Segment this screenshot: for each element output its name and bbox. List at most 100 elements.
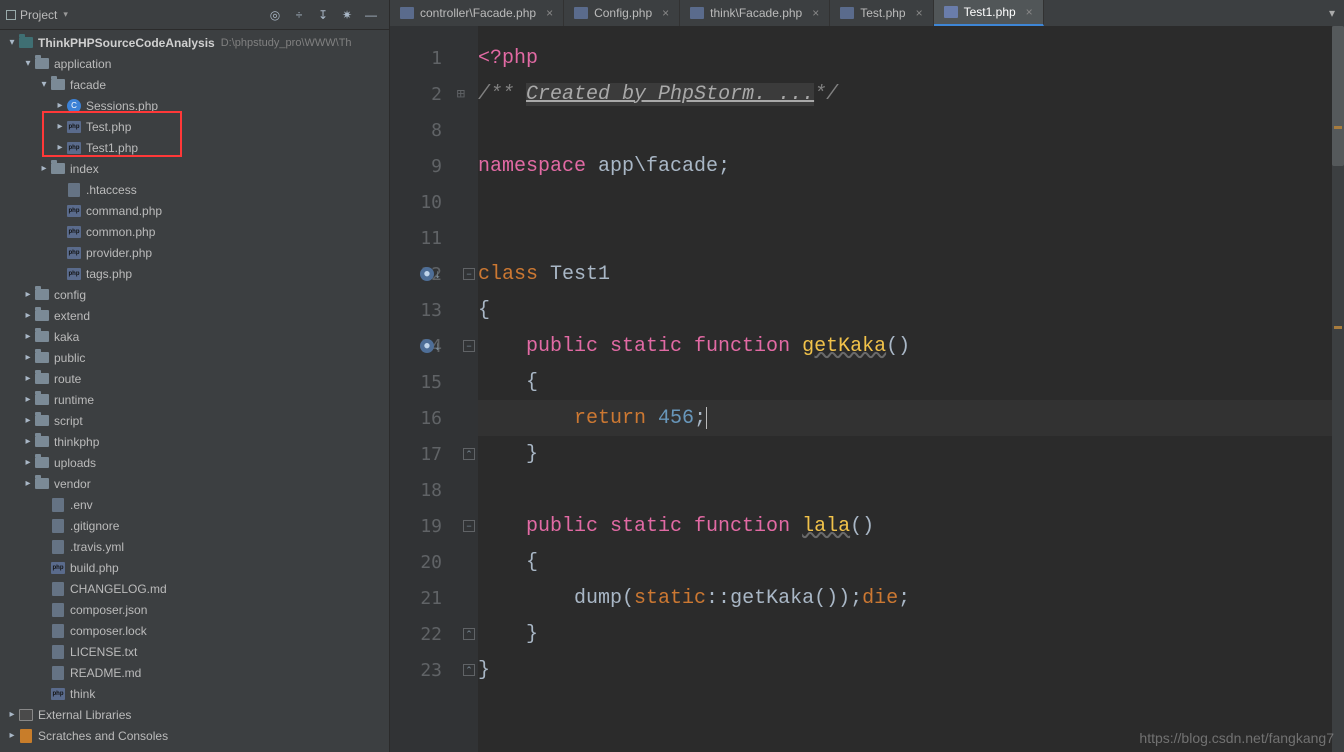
- tab-test1[interactable]: Test1.php ×: [934, 0, 1044, 26]
- tree-label: facade: [70, 78, 106, 92]
- tree-config[interactable]: config: [0, 284, 389, 305]
- implements-icon[interactable]: ●: [420, 267, 434, 281]
- tree-build[interactable]: php build.php: [0, 557, 389, 578]
- fold-icon[interactable]: −: [463, 520, 475, 532]
- tree-label: think: [70, 687, 95, 701]
- collapse-all-icon[interactable]: ↧: [315, 7, 331, 23]
- tree-readme[interactable]: README.md: [0, 662, 389, 683]
- tree-runtime[interactable]: runtime: [0, 389, 389, 410]
- project-toolwindow-title[interactable]: Project ▾: [6, 8, 68, 22]
- tab-think-facade[interactable]: think\Facade.php ×: [680, 0, 830, 26]
- tree-sessions[interactable]: C Sessions.php: [0, 95, 389, 116]
- code-area[interactable]: <?php /** Created by PhpStorm. ...*/ nam…: [478, 26, 1344, 752]
- tree-label: public: [54, 351, 85, 365]
- code-token: Created by PhpStorm. ...: [526, 83, 814, 106]
- tree-vendor[interactable]: vendor: [0, 473, 389, 494]
- tree-travis[interactable]: .travis.yml: [0, 536, 389, 557]
- line-number: 11: [420, 228, 442, 249]
- caret: [706, 407, 707, 429]
- tree-common[interactable]: php common.php: [0, 221, 389, 242]
- tree-kaka[interactable]: kaka: [0, 326, 389, 347]
- close-icon[interactable]: ×: [812, 6, 819, 20]
- tree-command[interactable]: php command.php: [0, 200, 389, 221]
- tree-composerjson[interactable]: composer.json: [0, 599, 389, 620]
- code-token: {: [526, 371, 538, 394]
- tree-extend[interactable]: extend: [0, 305, 389, 326]
- tree-changelog[interactable]: CHANGELOG.md: [0, 578, 389, 599]
- tree-index[interactable]: index: [0, 158, 389, 179]
- tree-script[interactable]: script: [0, 410, 389, 431]
- tree-facade[interactable]: facade: [0, 74, 389, 95]
- tree-label: uploads: [54, 456, 96, 470]
- fold-end-icon[interactable]: ⌃: [463, 628, 475, 640]
- tree-label: Sessions.php: [86, 99, 158, 113]
- warning-marker[interactable]: [1334, 126, 1342, 129]
- tree-label: External Libraries: [38, 708, 131, 722]
- tree-external-libraries[interactable]: External Libraries: [0, 704, 389, 725]
- code-token: {: [526, 551, 538, 574]
- close-icon[interactable]: ×: [916, 6, 923, 20]
- fold-end-icon[interactable]: ⌃: [463, 664, 475, 676]
- tree-label: provider.php: [86, 246, 152, 260]
- warning-marker[interactable]: [1334, 326, 1342, 329]
- tab-config[interactable]: Config.php ×: [564, 0, 680, 26]
- editor-scrollbar[interactable]: [1332, 26, 1344, 752]
- tree-route[interactable]: route: [0, 368, 389, 389]
- php-file-icon: [840, 7, 854, 19]
- tree-env[interactable]: .env: [0, 494, 389, 515]
- line-number: 21: [420, 588, 442, 609]
- fold-end-icon[interactable]: ⌃: [463, 448, 475, 460]
- locate-icon[interactable]: ◎: [267, 7, 283, 23]
- scroll-thumb[interactable]: [1332, 26, 1344, 166]
- tree-root[interactable]: ThinkPHPSourceCodeAnalysis D:\phpstudy_p…: [0, 32, 389, 53]
- tree-label: composer.json: [70, 603, 147, 617]
- tree-path: D:\phpstudy_pro\WWW\Th: [221, 37, 352, 49]
- code-token: ;: [694, 407, 706, 430]
- minimize-icon[interactable]: —: [363, 7, 379, 23]
- tabs-overflow-icon[interactable]: ▾: [1320, 0, 1344, 26]
- close-icon[interactable]: ×: [546, 6, 553, 20]
- tab-test[interactable]: Test.php ×: [830, 0, 933, 26]
- divider-icon[interactable]: ÷: [291, 7, 307, 23]
- tree-thinkphp[interactable]: thinkphp: [0, 431, 389, 452]
- tree-tags[interactable]: php tags.php: [0, 263, 389, 284]
- tree-composerlock[interactable]: composer.lock: [0, 620, 389, 641]
- tree-label: composer.lock: [70, 624, 147, 638]
- tree-htaccess[interactable]: .htaccess: [0, 179, 389, 200]
- code-token: class: [478, 263, 538, 286]
- tree-test1[interactable]: php Test1.php: [0, 137, 389, 158]
- tab-label: think\Facade.php: [710, 6, 802, 20]
- project-sidebar: Project ▾ ◎ ÷ ↧ ✷ — ThinkPHPSourceCodeAn…: [0, 0, 390, 752]
- code-token: ::: [706, 587, 730, 610]
- code-editor[interactable]: 1 2⊞ 8 9 10 11 ●⇣12 13 ●⇣14 15 16 17 18 …: [390, 26, 1344, 752]
- tree-label: .travis.yml: [70, 540, 124, 554]
- code-token: namespace: [478, 155, 586, 178]
- close-icon[interactable]: ×: [662, 6, 669, 20]
- implements-icon[interactable]: ●: [420, 339, 434, 353]
- gear-icon[interactable]: ✷: [339, 7, 355, 23]
- fold-icon[interactable]: −: [463, 340, 475, 352]
- tree-label: extend: [54, 309, 90, 323]
- tree-public[interactable]: public: [0, 347, 389, 368]
- code-token: static: [598, 515, 682, 538]
- tab-label: Test.php: [860, 6, 905, 20]
- tab-label: Test1.php: [964, 5, 1016, 19]
- code-token: die: [862, 587, 898, 610]
- close-icon[interactable]: ×: [1026, 5, 1033, 19]
- fold-icon[interactable]: −: [463, 268, 475, 280]
- tab-controller-facade[interactable]: controller\Facade.php ×: [390, 0, 564, 26]
- code-token: lala: [802, 515, 850, 538]
- project-header-label: Project: [20, 8, 57, 22]
- code-token: }: [526, 623, 538, 646]
- tree-uploads[interactable]: uploads: [0, 452, 389, 473]
- tree-think[interactable]: php think: [0, 683, 389, 704]
- tree-application[interactable]: application: [0, 53, 389, 74]
- code-token: [790, 515, 802, 538]
- tree-provider[interactable]: php provider.php: [0, 242, 389, 263]
- tree-scratches[interactable]: Scratches and Consoles: [0, 725, 389, 746]
- tree-label: build.php: [70, 561, 119, 575]
- tree-license[interactable]: LICENSE.txt: [0, 641, 389, 662]
- code-token: }: [526, 443, 538, 466]
- tree-gitignore[interactable]: .gitignore: [0, 515, 389, 536]
- tree-test[interactable]: php Test.php: [0, 116, 389, 137]
